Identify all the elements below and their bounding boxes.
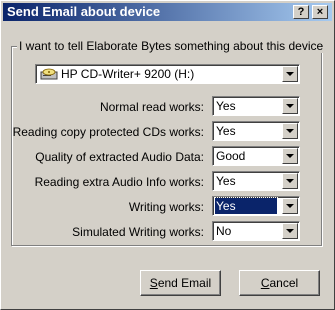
cd-drive-icon bbox=[40, 68, 58, 80]
normal-read-value: Yes bbox=[216, 99, 236, 113]
help-icon: ? bbox=[297, 6, 305, 18]
close-icon: × bbox=[316, 6, 324, 18]
audio-quality-value: Good bbox=[216, 149, 246, 163]
extra-audio-info-value: Yes bbox=[216, 174, 236, 188]
audio-quality-label: Quality of extracted Audio Data: bbox=[35, 150, 204, 164]
help-button[interactable]: ? bbox=[293, 5, 309, 19]
chevron-down-icon[interactable] bbox=[282, 198, 298, 214]
simulated-writing-value: No bbox=[216, 224, 232, 238]
send-email-accelerator: S bbox=[149, 276, 158, 290]
window-title: Send Email about device bbox=[7, 4, 161, 19]
chevron-down-icon[interactable] bbox=[282, 123, 298, 139]
cancel-button[interactable]: Cancel bbox=[239, 270, 320, 296]
chevron-down-icon[interactable] bbox=[282, 173, 298, 189]
copy-protected-select[interactable]: Yes bbox=[212, 121, 300, 141]
close-button[interactable]: × bbox=[312, 5, 328, 19]
copy-protected-label: Reading copy protected CDs works: bbox=[12, 125, 204, 139]
device-dropdown-button[interactable] bbox=[282, 66, 298, 82]
send-email-dialog: Send Email about device ? × I want to te… bbox=[0, 0, 335, 310]
send-email-button[interactable]: Send Email bbox=[140, 270, 221, 296]
chevron-down-icon[interactable] bbox=[282, 98, 298, 114]
writing-works-label: Writing works: bbox=[128, 200, 204, 214]
writing-works-value: Yes bbox=[214, 197, 278, 215]
title-bar[interactable]: Send Email about device bbox=[3, 3, 332, 21]
simulated-writing-label: Simulated Writing works: bbox=[72, 225, 204, 239]
extra-audio-info-label: Reading extra Audio Info works: bbox=[34, 175, 204, 189]
audio-quality-select[interactable]: Good bbox=[212, 146, 300, 166]
extra-audio-info-select[interactable]: Yes bbox=[212, 171, 300, 191]
send-email-label: end Email bbox=[157, 276, 212, 290]
device-select[interactable]: HP CD-Writer+ 9200 (H:) bbox=[35, 64, 300, 84]
cancel-label: ancel bbox=[269, 276, 299, 290]
chevron-down-icon[interactable] bbox=[282, 148, 298, 164]
chevron-down-icon[interactable] bbox=[282, 223, 298, 239]
copy-protected-value: Yes bbox=[216, 124, 236, 138]
normal-read-select[interactable]: Yes bbox=[212, 96, 300, 116]
writing-works-select[interactable]: Yes bbox=[212, 196, 300, 216]
device-selected-value: HP CD-Writer+ 9200 (H:) bbox=[61, 67, 195, 81]
normal-read-label: Normal read works: bbox=[99, 100, 204, 114]
simulated-writing-select[interactable]: No bbox=[212, 221, 300, 241]
group-legend: I want to tell Elaborate Bytes something… bbox=[17, 39, 326, 53]
